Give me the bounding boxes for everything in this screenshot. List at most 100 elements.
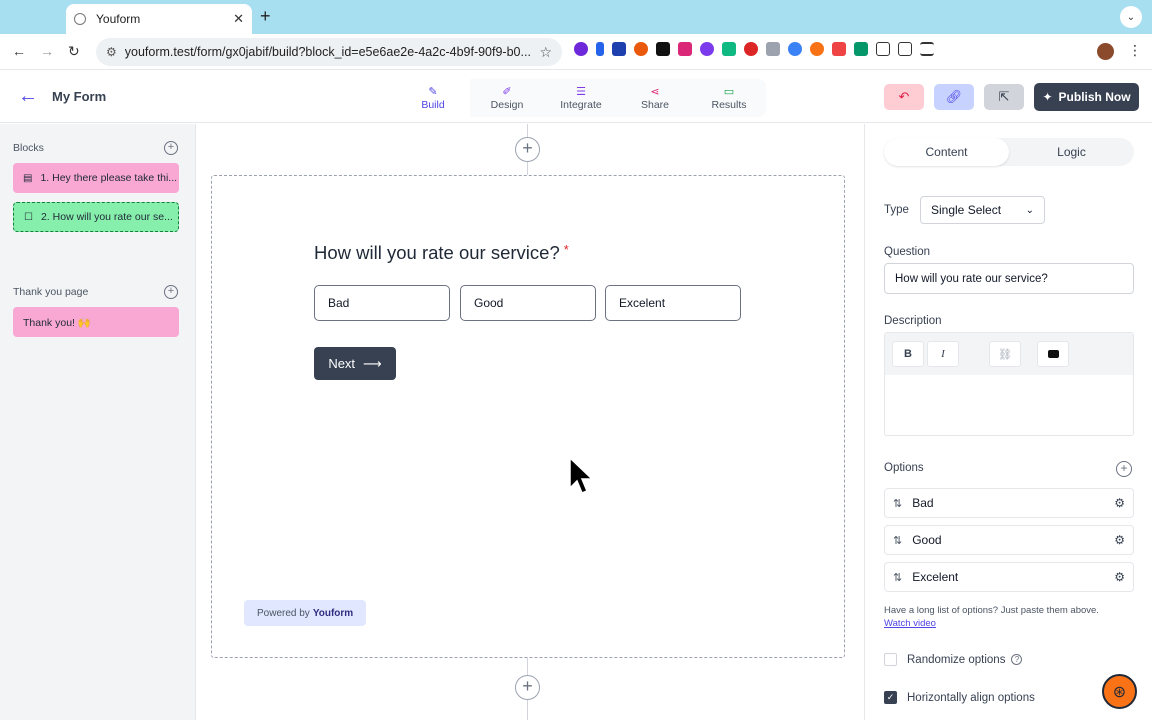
chevron-down-icon[interactable]: ⌄: [1120, 6, 1142, 28]
add-block-below-button[interactable]: +: [515, 675, 540, 700]
extension-icon[interactable]: [700, 42, 714, 56]
puzzle-icon[interactable]: [876, 42, 890, 56]
block-label: 1. Hey there please take thi...: [40, 172, 178, 184]
extension-icon[interactable]: [656, 42, 670, 56]
option-row[interactable]: ⇅ Good ⚙: [884, 525, 1134, 555]
type-value: Single Select: [931, 203, 1002, 217]
profile-avatar[interactable]: [1097, 43, 1114, 60]
tab-build[interactable]: ✎ Build: [396, 79, 470, 117]
add-option-icon[interactable]: +: [1116, 461, 1132, 477]
back-arrow-icon[interactable]: ←: [18, 85, 38, 108]
sidebar-thankyou-block[interactable]: Thank you! 🙌: [13, 307, 179, 337]
editor-toolbar: B I ⛓: [885, 333, 1133, 375]
option-row-label: Bad: [912, 496, 934, 510]
add-block-above-button[interactable]: +: [515, 137, 540, 162]
sort-icon[interactable]: ⇅: [893, 534, 902, 547]
randomize-label: Randomize options: [907, 653, 1006, 666]
powered-by-badge[interactable]: Powered by Youform: [244, 600, 367, 626]
extension-icon[interactable]: [612, 42, 626, 56]
add-thankyou-icon[interactable]: +: [164, 285, 178, 299]
extension-icon[interactable]: [744, 42, 758, 56]
horizontal-checkbox[interactable]: ✓: [884, 691, 897, 704]
media-icon[interactable]: [920, 42, 934, 56]
url-text: youform.test/form/gx0jabif/build?block_i…: [124, 45, 531, 59]
extension-icon[interactable]: [854, 42, 868, 56]
type-select[interactable]: Single Select ⌄: [920, 196, 1045, 224]
publish-label: Publish Now: [1058, 90, 1131, 104]
blocks-heading: Blocks: [13, 142, 44, 154]
forward-icon[interactable]: →: [40, 43, 54, 59]
reload-icon[interactable]: ↻: [68, 43, 80, 60]
option-bad[interactable]: Bad: [314, 285, 450, 321]
main-tabs: ✎ Build ✐ Design ☰ Integrate ⋖ Share ▭ R…: [396, 79, 766, 117]
hint-text: Have a long list of options? Just paste …: [884, 605, 1099, 616]
horizontal-row[interactable]: ✓ Horizontally align options: [884, 691, 1035, 704]
preview-button[interactable]: ⇱: [984, 84, 1024, 110]
question-input[interactable]: [884, 263, 1134, 294]
extension-icon[interactable]: [832, 42, 846, 56]
more-menu-icon[interactable]: ⋮: [1128, 42, 1142, 59]
form-card[interactable]: How will you rate our service? * Bad Good…: [211, 175, 845, 658]
address-bar[interactable]: ⚙ youform.test/form/gx0jabif/build?block…: [96, 38, 562, 66]
star-icon[interactable]: ☆: [539, 44, 552, 61]
tab-share[interactable]: ⋖ Share: [618, 79, 692, 117]
reading-list-icon[interactable]: [898, 42, 912, 56]
description-editor[interactable]: B I ⛓: [884, 332, 1134, 436]
italic-icon[interactable]: I: [927, 341, 959, 367]
option-row[interactable]: ⇅ Excelent ⚙: [884, 562, 1134, 592]
tab-integrate[interactable]: ☰ Integrate: [544, 79, 618, 117]
back-icon[interactable]: ←: [12, 43, 26, 59]
gear-icon[interactable]: ⚙: [1114, 533, 1125, 547]
option-row-label: Good: [912, 533, 942, 547]
sliders-icon: ☰: [576, 85, 586, 98]
randomize-row[interactable]: Randomize options ?: [884, 653, 1023, 666]
undo-button[interactable]: ↶: [884, 84, 924, 110]
tab-logic[interactable]: Logic: [1009, 138, 1134, 166]
option-label: Good: [474, 296, 504, 310]
gear-icon[interactable]: ⚙: [1114, 570, 1125, 584]
extension-icon[interactable]: [634, 42, 648, 56]
extension-icon[interactable]: [596, 42, 604, 56]
randomize-checkbox[interactable]: [884, 653, 897, 666]
paste-hint: Have a long list of options? Just paste …: [884, 604, 1144, 630]
link-icon[interactable]: ⛓: [989, 341, 1021, 367]
app-header: ← My Form ✎ Build ✐ Design ☰ Integrate ⋖…: [0, 71, 1152, 123]
youtube-icon[interactable]: [1037, 341, 1069, 367]
extension-icon[interactable]: [810, 42, 824, 56]
pencil-icon: ✎: [428, 85, 438, 98]
option-excelent[interactable]: Excelent: [605, 285, 741, 321]
option-row[interactable]: ⇅ Bad ⚙: [884, 488, 1134, 518]
browser-toolbar: ← → ↻ ⚙ youform.test/form/gx0jabif/build…: [0, 34, 1152, 70]
sort-icon[interactable]: ⇅: [893, 497, 902, 510]
sort-icon[interactable]: ⇅: [893, 571, 902, 584]
option-label: Excelent: [619, 296, 666, 310]
bold-icon[interactable]: B: [892, 341, 924, 367]
publish-button[interactable]: ✦ Publish Now: [1034, 83, 1139, 111]
extension-icon[interactable]: [788, 42, 802, 56]
next-button[interactable]: Next ⟶: [314, 347, 396, 380]
tab-content[interactable]: Content: [884, 138, 1009, 166]
watch-video-link[interactable]: Watch video: [884, 618, 936, 629]
copy-link-button[interactable]: 🔗︎: [934, 84, 974, 110]
add-block-icon[interactable]: +: [164, 141, 178, 155]
new-tab-icon[interactable]: +: [260, 6, 271, 27]
site-settings-icon[interactable]: ⚙: [106, 45, 117, 59]
extension-icon[interactable]: [766, 42, 780, 56]
sidebar-block-1[interactable]: ▤ 1. Hey there please take thi...: [13, 163, 179, 193]
help-lifebuoy-icon[interactable]: ⊛: [1102, 674, 1137, 709]
tab-design[interactable]: ✐ Design: [470, 79, 544, 117]
options-label: Options: [884, 462, 924, 474]
arrow-right-icon: ⟶: [363, 355, 382, 371]
tab-results[interactable]: ▭ Results: [692, 79, 766, 117]
browser-tab[interactable]: Youform ✕: [66, 4, 252, 34]
close-tab-icon[interactable]: ✕: [233, 11, 244, 27]
question-title: How will you rate our service? *: [314, 242, 569, 264]
help-icon[interactable]: ?: [1011, 654, 1023, 665]
extension-icon[interactable]: [574, 42, 588, 56]
powered-by-brand: Youform: [312, 607, 354, 619]
option-good[interactable]: Good: [460, 285, 596, 321]
gear-icon[interactable]: ⚙: [1114, 496, 1125, 510]
extension-icon[interactable]: [678, 42, 692, 56]
extension-icon[interactable]: [722, 42, 736, 56]
sidebar-block-2[interactable]: ☐ 2. How will you rate our se...: [13, 202, 179, 232]
